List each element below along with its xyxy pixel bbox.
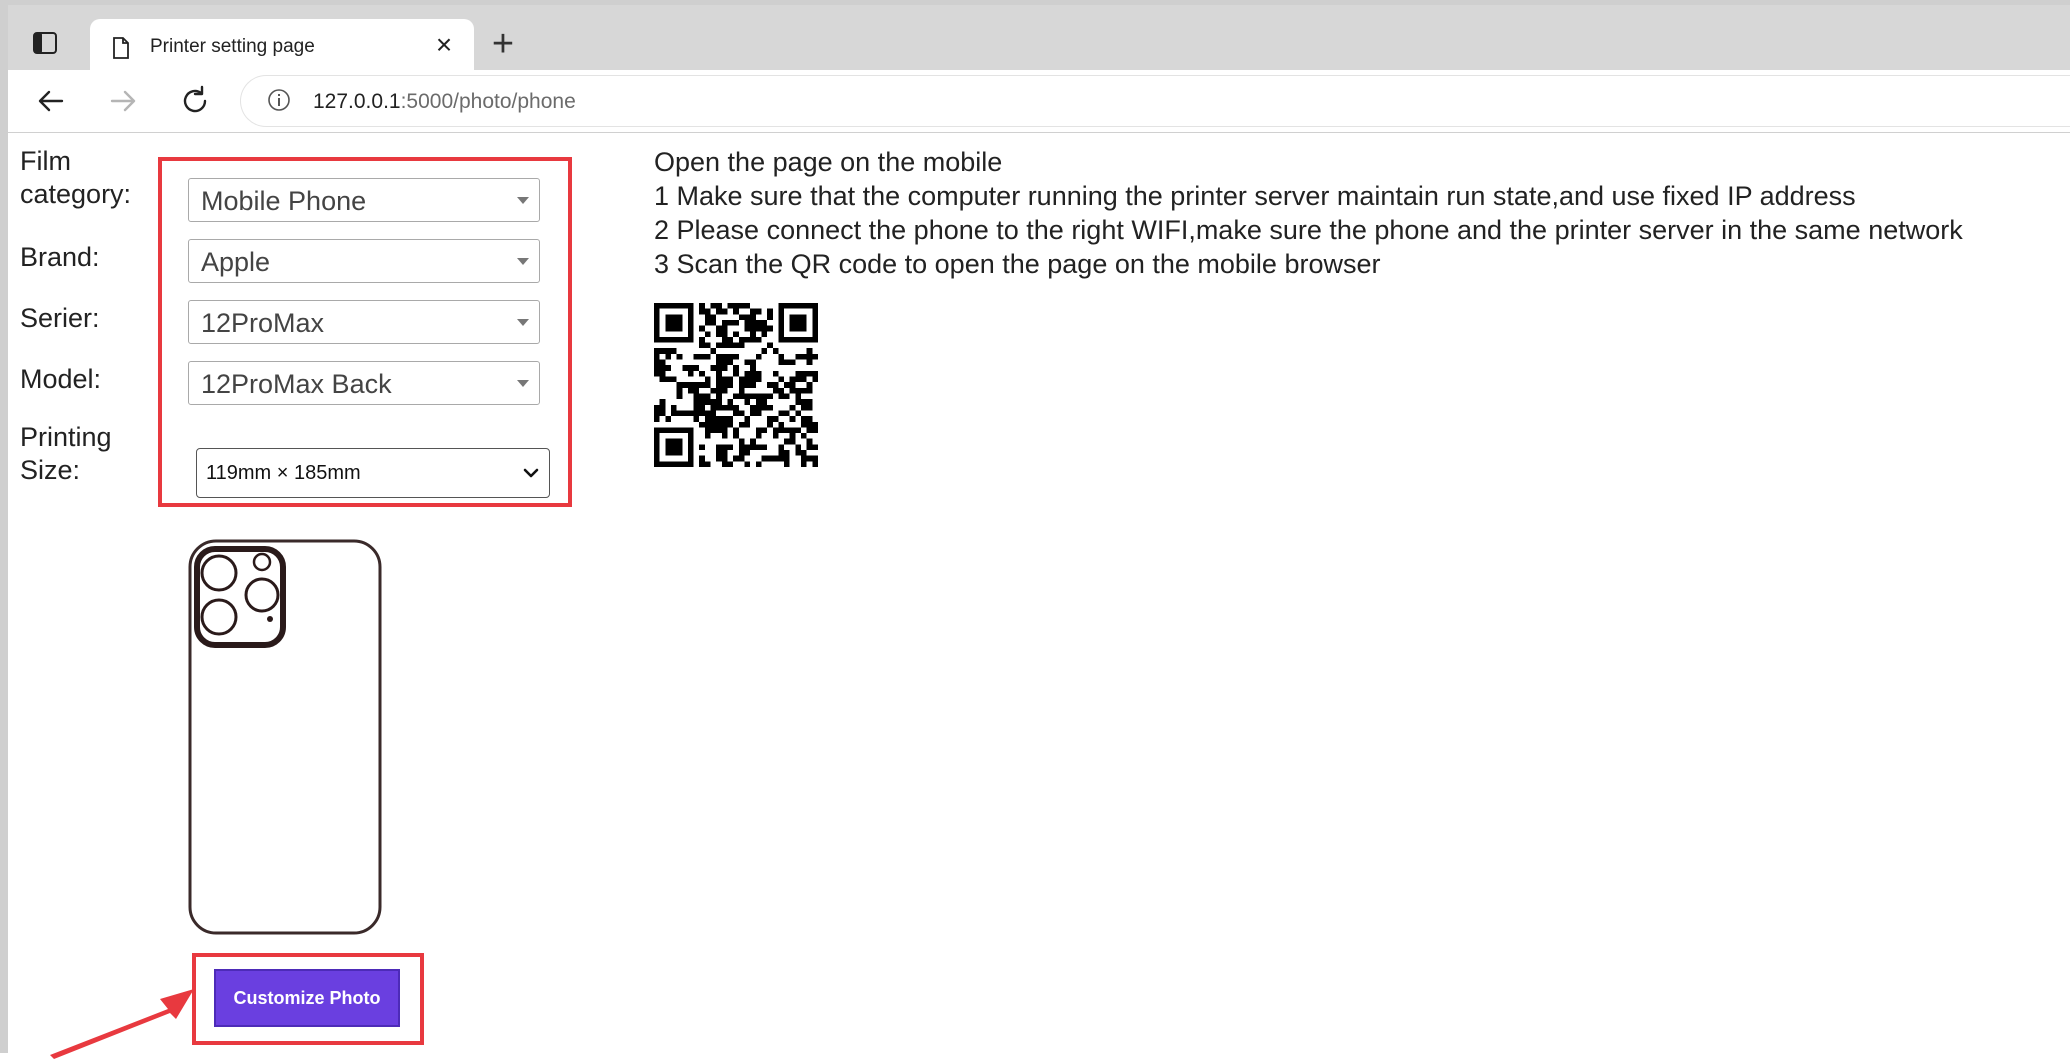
serier-label: Serier: — [20, 303, 100, 333]
serier-value: 12ProMax — [201, 308, 325, 338]
window-edge — [0, 0, 8, 1053]
browser-tab[interactable]: Printer setting page × — [90, 19, 474, 75]
film-category-label: Film category: — [20, 146, 132, 209]
tab-title: Printer setting page — [150, 36, 315, 57]
model-select[interactable]: 12ProMax Back — [188, 361, 540, 405]
dropdown-arrow-icon — [517, 380, 529, 387]
instructions: Open the page on the mobile 1 Make sure … — [654, 145, 1963, 281]
printing-size-label: Printing Size: — [20, 422, 112, 485]
model-value: 12ProMax Back — [201, 369, 392, 399]
qr-code — [654, 303, 818, 467]
serier-select[interactable]: 12ProMax — [188, 300, 540, 344]
brand-select[interactable]: Apple — [188, 239, 540, 283]
dropdown-arrow-icon — [517, 258, 529, 265]
chevron-down-icon — [523, 468, 539, 478]
brand-value: Apple — [201, 247, 271, 277]
dropdown-arrow-icon — [517, 319, 529, 326]
arrow-annotation — [50, 989, 194, 1059]
address-bar-row: 127.0.0.1:5000/photo/phone — [8, 70, 2070, 133]
dropdown-arrow-icon — [517, 197, 529, 204]
url-bar[interactable]: 127.0.0.1:5000/photo/phone — [240, 75, 2070, 127]
forward-arrow-icon[interactable] — [106, 84, 140, 118]
reload-icon[interactable] — [178, 84, 212, 118]
instruction-step-1: 1 Make sure that the computer running th… — [654, 181, 1856, 211]
printing-size-select[interactable]: 119mm × 185mm — [196, 448, 550, 498]
back-arrow-icon[interactable] — [34, 84, 68, 118]
sidebar-toggle-icon[interactable] — [32, 31, 58, 55]
plus-icon[interactable]: + — [486, 25, 520, 63]
tab-strip: Printer setting page × + — [8, 0, 2070, 75]
model-label: Model: — [20, 364, 102, 394]
page-icon — [113, 37, 129, 59]
printing-size-value: 119mm × 185mm — [206, 462, 361, 484]
film-category-select[interactable]: Mobile Phone — [188, 178, 540, 222]
url-text: 127.0.0.1:5000/photo/phone — [313, 90, 576, 113]
page-content: Film category: Brand: Serier: Model: Pri… — [8, 133, 2070, 1059]
customize-photo-button[interactable]: Customize Photo — [214, 969, 400, 1027]
close-icon[interactable]: × — [430, 31, 458, 59]
instructions-heading: Open the page on the mobile — [654, 147, 1003, 177]
film-category-value: Mobile Phone — [201, 186, 367, 216]
instruction-step-2: 2 Please connect the phone to the right … — [654, 215, 1963, 245]
brand-label: Brand: — [20, 242, 100, 272]
instruction-step-3: 3 Scan the QR code to open the page on t… — [654, 249, 1381, 279]
phone-outline — [188, 539, 382, 935]
info-icon[interactable] — [267, 88, 291, 112]
